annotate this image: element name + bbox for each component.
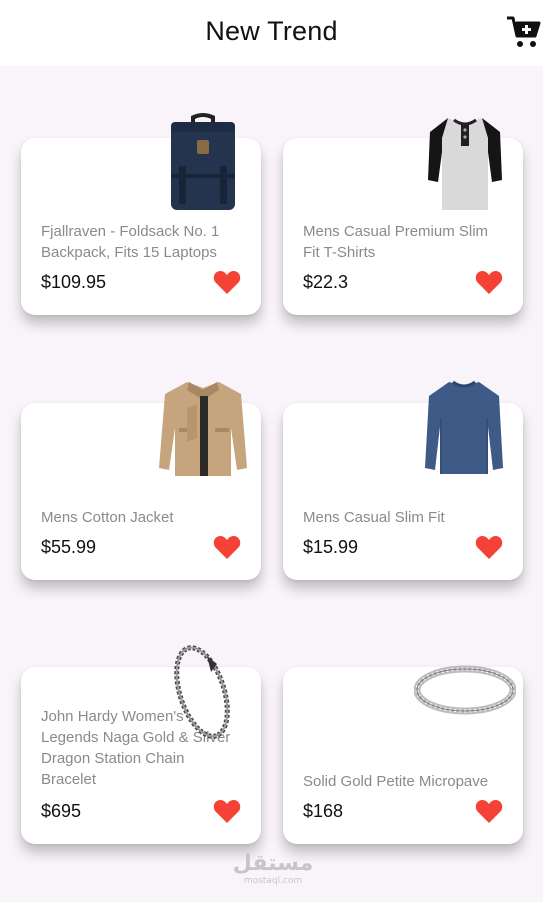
product-card[interactable]: Solid Gold Petite Micropave $168: [283, 665, 523, 844]
product-price: $55.99: [41, 537, 97, 557]
watermark-logo: مستقل mostaql.com: [228, 851, 318, 887]
product-price: $109.95: [41, 272, 107, 292]
micropave-ring-image: [414, 665, 516, 715]
product-price: $168: [303, 801, 344, 821]
watermark-main-text: مستقل: [232, 851, 314, 876]
favorite-heart-icon[interactable]: [213, 269, 241, 295]
cotton-jacket-image: [159, 382, 247, 476]
favorite-heart-icon[interactable]: [213, 534, 241, 560]
product-price: $15.99: [303, 537, 359, 557]
product-name: Mens Cotton Jacket: [41, 509, 174, 526]
product-card[interactable]: Mens Casual Premium Slim Fit T-Shirts $2…: [283, 118, 523, 315]
favorite-heart-icon[interactable]: [213, 798, 241, 824]
product-name: Fjallraven - Foldsack No. 1 Backpack, Fi…: [41, 223, 220, 261]
page-title: New Trend: [205, 16, 338, 46]
dragon-bracelet-image: [174, 645, 230, 739]
favorite-heart-icon[interactable]: [475, 269, 503, 295]
favorite-heart-icon[interactable]: [475, 798, 503, 824]
slim-fit-shirt-image: [425, 380, 503, 474]
henley-shirt-image: [428, 118, 502, 210]
cart-plus-icon[interactable]: [506, 15, 542, 49]
product-card[interactable]: Mens Cotton Jacket $55.99: [21, 382, 261, 580]
product-name: Mens Casual Slim Fit: [303, 509, 445, 526]
watermark-sub-text: mostaql.com: [243, 876, 303, 886]
product-name: Solid Gold Petite Micropave: [303, 773, 489, 790]
product-name: Mens Casual Premium Slim Fit T-Shirts: [303, 223, 489, 261]
product-price: $695: [41, 801, 82, 821]
product-card[interactable]: Fjallraven - Foldsack No. 1 Backpack, Fi…: [21, 113, 261, 315]
app-bar: New Trend: [0, 0, 543, 66]
product-price: $22.3: [303, 272, 349, 292]
product-card[interactable]: John Hardy Women's Legends Naga Gold & S…: [21, 645, 261, 844]
favorite-heart-icon[interactable]: [475, 534, 503, 560]
product-card[interactable]: Mens Casual Slim Fit $15.99: [283, 380, 523, 580]
backpack-image: [171, 113, 235, 210]
